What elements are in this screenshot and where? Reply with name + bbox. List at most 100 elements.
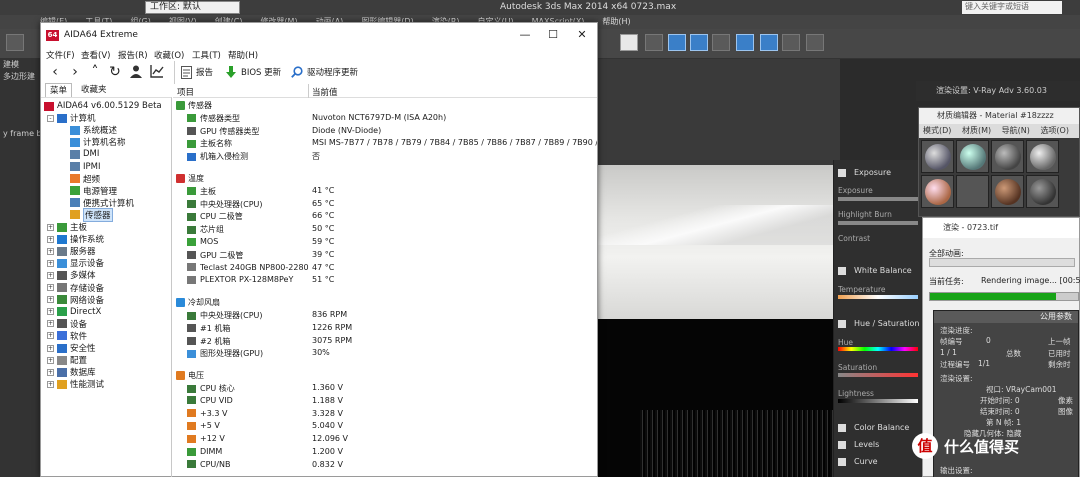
expand-toggle-icon[interactable]: + [47,247,54,255]
ribbon-tab-poly[interactable]: 多边形建 [3,71,35,82]
expand-toggle-icon[interactable]: + [47,223,54,231]
table-section-row[interactable]: 电压 [173,370,597,383]
render-frame-icon[interactable] [620,34,638,51]
curve-toggle[interactable]: Curve [838,457,878,466]
table-row[interactable]: CPU 二极管 66 °C [173,211,597,224]
menu-help[interactable]: 帮助(H) [228,49,258,61]
table-row[interactable]: +12 V 12.096 V [173,434,597,447]
sidebar-item[interactable]: + 配置 [47,354,87,366]
sidebar-item[interactable]: - 计算机 [47,112,96,124]
bios-update-button[interactable]: BIOS 更新 [225,64,281,80]
mat-menu-item[interactable]: 模式(D) [923,126,951,135]
table-row[interactable]: +3.3 V 3.328 V [173,409,597,422]
sidebar-item[interactable]: + 性能测试 [47,378,104,390]
sidebar-item[interactable]: 超频 [70,173,100,185]
hue-slider[interactable] [838,347,918,351]
temperature-slider[interactable] [838,295,918,299]
back-arrow-icon[interactable]: ‹ [46,64,64,80]
render-icon[interactable] [690,34,708,51]
material-slot[interactable] [1026,175,1059,208]
close-button[interactable]: ✕ [568,26,596,44]
expand-toggle-icon[interactable]: + [47,356,54,364]
saturation-slider[interactable] [838,373,918,377]
sidebar-item[interactable]: DMI [70,148,99,160]
sidebar-item[interactable]: + DirectX [47,306,101,318]
table-row[interactable]: 图形处理器(GPU) 30% [173,348,597,361]
render-production-icon[interactable] [712,34,730,51]
expand-toggle-icon[interactable]: + [47,380,54,388]
tab-menu[interactable]: 菜单 [45,83,73,97]
tab-favorites[interactable]: 收藏夹 [77,83,111,97]
table-row[interactable]: 传感器类型 Nuvoton NCT6797D-M (ISA A20h) [173,113,597,126]
snap-toggle-icon[interactable] [6,34,24,51]
hue-saturation-toggle[interactable]: Hue / Saturation [838,319,920,328]
expand-toggle-icon[interactable]: + [47,320,54,328]
expand-toggle-icon[interactable]: + [47,259,54,267]
sidebar-item[interactable]: + 操作系统 [47,233,104,245]
menu-view[interactable]: 查看(V) [81,49,110,61]
table-row[interactable]: PLEXTOR PX-128M8PeY 51 °C [173,275,597,288]
sidebar-item[interactable]: + 主板 [47,221,87,233]
expand-toggle-icon[interactable]: + [47,296,54,304]
sidebar-item[interactable]: + 显示设备 [47,257,104,269]
maximize-button[interactable]: ☐ [539,26,567,44]
forward-arrow-icon[interactable]: › [66,64,84,80]
color-balance-toggle[interactable]: Color Balance [838,423,909,432]
user-icon[interactable] [127,64,145,80]
exposure-slider[interactable] [838,197,918,201]
column-header-value[interactable]: 当前值 [312,86,338,98]
table-row[interactable]: 主板 41 °C [173,186,597,199]
table-row[interactable]: 中央处理器(CPU) 65 °C [173,199,597,212]
material-editor-icon[interactable] [668,34,686,51]
table-row[interactable]: DIMM 1.200 V [173,447,597,460]
table-row[interactable]: 主板名称 MSI MS-7B77 / 7B78 / 7B79 / 7B84 / 7… [173,138,597,151]
report-button[interactable]: 报告 [181,64,213,80]
teapot-icon[interactable] [782,34,800,51]
table-row[interactable]: +5 V 5.040 V [173,421,597,434]
sidebar-item[interactable]: + 服务器 [47,245,96,257]
material-slot[interactable] [921,140,954,173]
sidebar-item[interactable]: 计算机名称 [70,136,126,148]
table-row[interactable]: 机箱入侵检测 否 [173,151,597,164]
column-header-item[interactable]: 项目 [177,86,194,98]
sidebar-item[interactable]: + 软件 [47,330,87,342]
levels-toggle[interactable]: Levels [838,440,879,449]
ribbon-tab-modeling[interactable]: 建模 [3,59,19,70]
material-slot[interactable] [956,175,989,208]
expand-toggle-icon[interactable]: + [47,271,54,279]
table-section-row[interactable]: 温度 [173,173,597,186]
menu-file[interactable]: 文件(F) [46,49,75,61]
table-section-row[interactable]: 传感器 [173,100,597,113]
material-slot[interactable] [921,175,954,208]
expand-toggle-icon[interactable]: + [47,308,54,316]
material-slot[interactable] [991,175,1024,208]
expand-toggle-icon[interactable]: + [47,235,54,243]
highlight-slider[interactable] [838,221,918,225]
refresh-icon[interactable]: ↻ [106,64,124,80]
sidebar-item[interactable]: + 网络设备 [47,294,104,306]
sidebar-item[interactable]: + 安全性 [47,342,96,354]
material-slot[interactable] [1026,140,1059,173]
expand-toggle-icon[interactable]: + [47,368,54,376]
table-row[interactable]: #1 机箱 1226 RPM [173,323,597,336]
table-section-row[interactable]: 冷却风扇 [173,297,597,310]
max-menu-item[interactable]: 帮助(H) [602,15,630,29]
mat-menu-item[interactable]: 导航(N) [1002,126,1030,135]
expand-toggle-icon[interactable]: + [47,284,54,291]
menu-report[interactable]: 报告(R) [118,49,148,61]
material-slot[interactable] [956,140,989,173]
white-balance-toggle[interactable]: White Balance [838,266,912,275]
table-row[interactable]: CPU VID 1.188 V [173,396,597,409]
mat-menu-item[interactable]: 材质(M) [962,126,991,135]
exposure-toggle[interactable]: Exposure [838,168,891,177]
sidebar-item[interactable]: 系统概述 [70,124,117,136]
table-row[interactable]: GPU 二极管 39 °C [173,250,597,263]
expand-toggle-icon[interactable]: + [47,344,54,352]
table-row[interactable]: Teclast 240GB NP800-2280 47 °C [173,263,597,276]
sidebar-item[interactable]: + 多媒体 [47,269,96,281]
max-search-input[interactable]: 键入关键字或短语 [962,1,1062,14]
table-row[interactable]: 中央处理器(CPU) 836 RPM [173,310,597,323]
table-row[interactable]: GPU 传感器类型 Diode (NV-Diode) [173,126,597,139]
lightness-slider[interactable] [838,399,918,403]
sidebar-item[interactable]: AIDA64 v6.00.5129 Beta [44,100,162,112]
